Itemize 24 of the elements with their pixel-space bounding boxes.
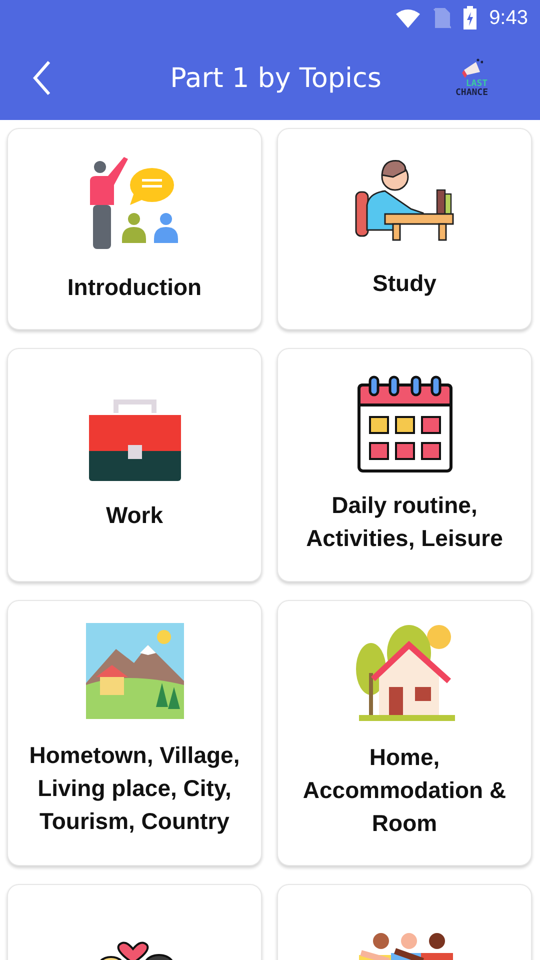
house-with-trees-icon: [354, 623, 454, 721]
logo-text: CHANCE: [455, 89, 488, 98]
topic-label: Study: [372, 269, 436, 298]
megaphone-icon: [460, 58, 483, 80]
topic-label: Hometown, Village, Living place, City, Tourism, Country: [29, 741, 240, 836]
topic-label: Work: [106, 500, 164, 530]
topic-label: Home, Accommodation & Room: [302, 743, 506, 838]
topic-label: Introduction: [67, 273, 202, 302]
topic-card[interactable]: Hometown, Village, Living place, City, Tourism, Country: [7, 600, 262, 866]
battery-icon: [463, 6, 478, 30]
topic-card[interactable]: Work: [7, 348, 262, 582]
page-title: Part 1 by Topics: [169, 62, 382, 94]
wifi-icon: [395, 8, 422, 28]
status-time: 9:43: [489, 6, 528, 30]
briefcase-icon: [88, 398, 182, 482]
topic-card[interactable]: Study: [277, 128, 532, 330]
logo-text: LAST: [466, 80, 488, 89]
topic-card[interactable]: Home, Accommodation & Room: [277, 600, 532, 866]
no-sim-icon: [433, 7, 452, 29]
calendar-icon: [356, 375, 452, 473]
topic-card[interactable]: Introduction: [7, 128, 262, 330]
topic-label: Daily routine, Activities, Leisure: [306, 491, 503, 553]
topic-card[interactable]: Daily routine, Activities, Leisure: [277, 348, 532, 582]
village-landscape-icon: [86, 623, 184, 719]
